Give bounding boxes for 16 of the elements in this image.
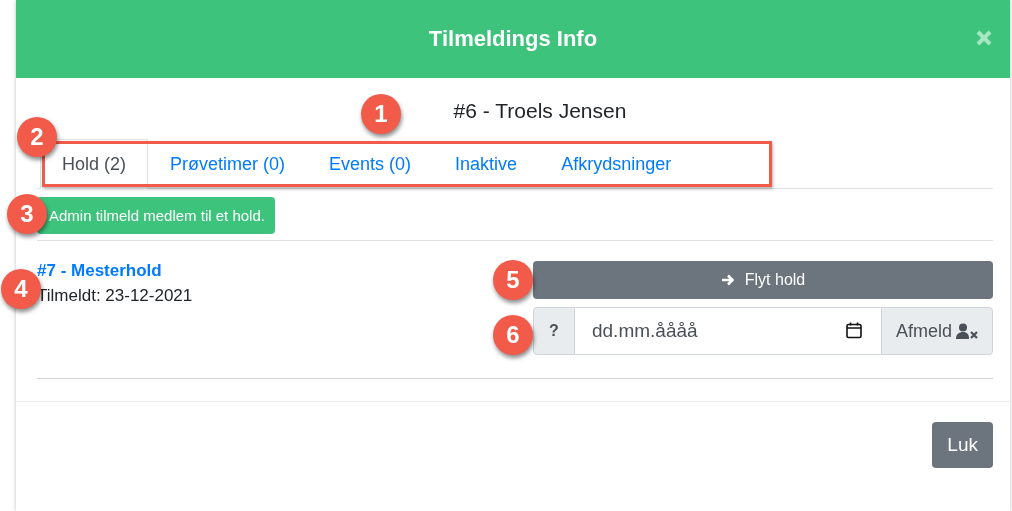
tab[interactable]: Events (0) (307, 139, 434, 189)
help-button[interactable]: ? (533, 307, 575, 355)
tab[interactable]: Prøvetimer (0) (148, 139, 308, 189)
unenroll-button[interactable]: Afmeld (880, 307, 993, 355)
date-field[interactable]: dd.mm.åååå (574, 307, 881, 355)
arrow-right-icon (720, 273, 735, 287)
user-remove-icon (956, 323, 978, 339)
calendar-icon[interactable] (845, 322, 862, 339)
tab[interactable]: Inaktive (433, 139, 540, 189)
admin-enroll-button[interactable]: Admin tilmeld medlem til et hold. (37, 197, 275, 234)
member-heading: #6 - Troels Jensen (453, 98, 627, 124)
dialog-title: Tilmeldings Info (428, 26, 598, 52)
move-team-button[interactable]: Flyt hold (533, 261, 993, 299)
tab[interactable]: Afkrydsninger (539, 139, 694, 189)
number-marker: 3 (7, 194, 47, 234)
close-button[interactable]: Luk (932, 422, 993, 468)
